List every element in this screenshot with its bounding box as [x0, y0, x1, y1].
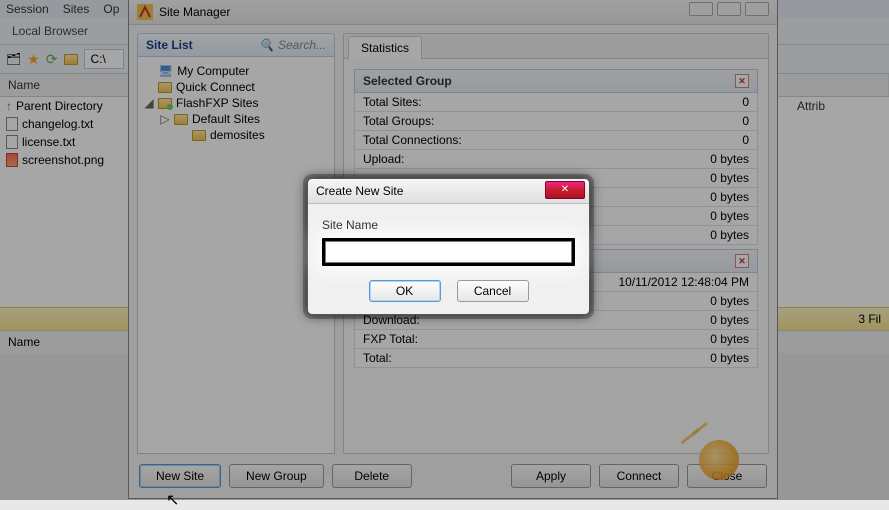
- tree-demosites[interactable]: demosites: [142, 127, 330, 143]
- tree-label: demosites: [210, 128, 265, 142]
- parent-dir-label: Parent Directory: [16, 99, 103, 113]
- path-input[interactable]: C:\: [84, 49, 124, 69]
- stat-value: 0 bytes: [710, 351, 749, 365]
- new-group-button[interactable]: New Group: [229, 464, 324, 488]
- search-placeholder: Search...: [278, 38, 326, 52]
- stat-row: Total Groups: 0: [354, 112, 758, 131]
- site-name-input[interactable]: [325, 241, 572, 263]
- create-new-site-dialog: Create New Site ✕ Site Name OK Cancel: [307, 178, 590, 315]
- image-file-icon: [6, 153, 18, 167]
- stat-value: 0 bytes: [710, 209, 749, 223]
- folder-icon: [158, 82, 172, 93]
- file-name: changelog.txt: [22, 117, 93, 131]
- tree-icon[interactable]: 🗂: [6, 52, 21, 66]
- stat-row: Total Connections: 0: [354, 131, 758, 150]
- clear-site-icon[interactable]: ✕: [735, 254, 749, 268]
- stat-key: Total Connections:: [363, 133, 462, 147]
- stat-value: 0 bytes: [710, 171, 749, 185]
- app-icon: [137, 4, 153, 20]
- site-name-label: Site Name: [322, 218, 575, 232]
- computer-icon: 🖥: [158, 64, 173, 78]
- favorite-icon[interactable]: ★: [27, 51, 40, 68]
- tree-flashfxp-sites[interactable]: ◢ FlashFXP Sites: [142, 95, 330, 111]
- stat-key: Download:: [363, 313, 420, 327]
- connect-button[interactable]: Connect: [599, 464, 679, 488]
- folder-icon[interactable]: [64, 54, 78, 65]
- delete-button[interactable]: Delete: [332, 464, 412, 488]
- stat-key: Total:: [363, 351, 392, 365]
- tree-my-computer[interactable]: 🖥 My Computer: [142, 63, 330, 79]
- site-list-panel: Site List 🔍 Search... 🖥 My Computer Quick …: [137, 33, 335, 454]
- ok-button[interactable]: OK: [369, 280, 441, 302]
- text-file-icon: [6, 135, 18, 149]
- up-arrow-icon: ↑: [6, 99, 12, 113]
- dialog-titlebar[interactable]: Create New Site ✕: [308, 179, 589, 204]
- stat-value: 0 bytes: [710, 313, 749, 327]
- site-list-header: Site List 🔍 Search...: [137, 33, 335, 57]
- menu-sites[interactable]: Sites: [63, 2, 90, 16]
- expand-icon[interactable]: ▷: [160, 112, 170, 126]
- stat-value: 0 bytes: [710, 190, 749, 204]
- stat-row: Total Sites: 0: [354, 93, 758, 112]
- stat-value: 0: [742, 95, 749, 109]
- stat-key: Total Sites:: [363, 95, 422, 109]
- tree-label: My Computer: [177, 64, 249, 78]
- stat-value: 10/11/2012 12:48:04 PM: [618, 275, 749, 289]
- refresh-icon[interactable]: ⟳: [46, 51, 58, 68]
- stat-key: FXP Total:: [363, 332, 418, 346]
- minimize-button[interactable]: [689, 2, 713, 16]
- stat-row: FXP Total: 0 bytes: [354, 330, 758, 349]
- apply-button[interactable]: Apply: [511, 464, 591, 488]
- tree-label: Quick Connect: [176, 80, 255, 94]
- dialog-title: Create New Site: [316, 184, 403, 198]
- search-icon: 🔍: [259, 38, 274, 52]
- new-site-button[interactable]: New Site: [139, 464, 221, 488]
- stat-value: 0: [742, 133, 749, 147]
- window-controls: [689, 2, 769, 16]
- tab-bar: Statistics: [344, 34, 768, 59]
- dialog-close-button[interactable]: ✕: [545, 181, 585, 199]
- stat-value: 0 bytes: [710, 228, 749, 242]
- tree-label: FlashFXP Sites: [176, 96, 258, 110]
- stat-value: 0 bytes: [710, 332, 749, 346]
- cancel-button[interactable]: Cancel: [457, 280, 529, 302]
- window-title: Site Manager: [159, 5, 230, 19]
- col-attrib[interactable]: Attrib: [789, 95, 889, 119]
- stat-row: Total: 0 bytes: [354, 349, 758, 368]
- tree-label: Default Sites: [192, 112, 260, 126]
- tab-statistics[interactable]: Statistics: [348, 36, 422, 59]
- folder-icon: [192, 130, 206, 141]
- folder-icon: [174, 114, 188, 125]
- watermark-icon: [699, 440, 739, 480]
- folder-icon: [158, 98, 172, 109]
- file-name: license.txt: [22, 135, 75, 149]
- menu-options[interactable]: Op: [103, 2, 119, 16]
- menu-session[interactable]: Session: [6, 2, 49, 16]
- file-name: screenshot.png: [22, 153, 104, 167]
- site-tree: 🖥 My Computer Quick Connect ◢ FlashFXP Sit…: [137, 57, 335, 454]
- maximize-button[interactable]: [717, 2, 741, 16]
- stat-row: Upload: 0 bytes: [354, 150, 758, 169]
- tree-quick-connect[interactable]: Quick Connect: [142, 79, 330, 95]
- text-file-icon: [6, 117, 18, 131]
- stat-key: Upload:: [363, 152, 404, 166]
- group-title: Selected Group: [363, 74, 452, 88]
- selected-group-header: Selected Group ✕: [354, 69, 758, 93]
- stat-key: Total Groups:: [363, 114, 434, 128]
- site-manager-titlebar[interactable]: Site Manager: [129, 0, 777, 25]
- stat-value: 0: [742, 114, 749, 128]
- expand-icon[interactable]: ◢: [144, 96, 154, 110]
- clear-group-icon[interactable]: ✕: [735, 74, 749, 88]
- stat-value: 0 bytes: [710, 152, 749, 166]
- stat-value: 0 bytes: [710, 294, 749, 308]
- site-manager-footer: New Site New Group Delete Apply Connect …: [129, 454, 777, 498]
- search-box[interactable]: 🔍 Search...: [259, 38, 326, 52]
- input-highlight: [322, 238, 575, 266]
- tree-default-sites[interactable]: ▷ Default Sites: [142, 111, 330, 127]
- close-window-button[interactable]: [745, 2, 769, 16]
- site-list-title: Site List: [146, 38, 193, 52]
